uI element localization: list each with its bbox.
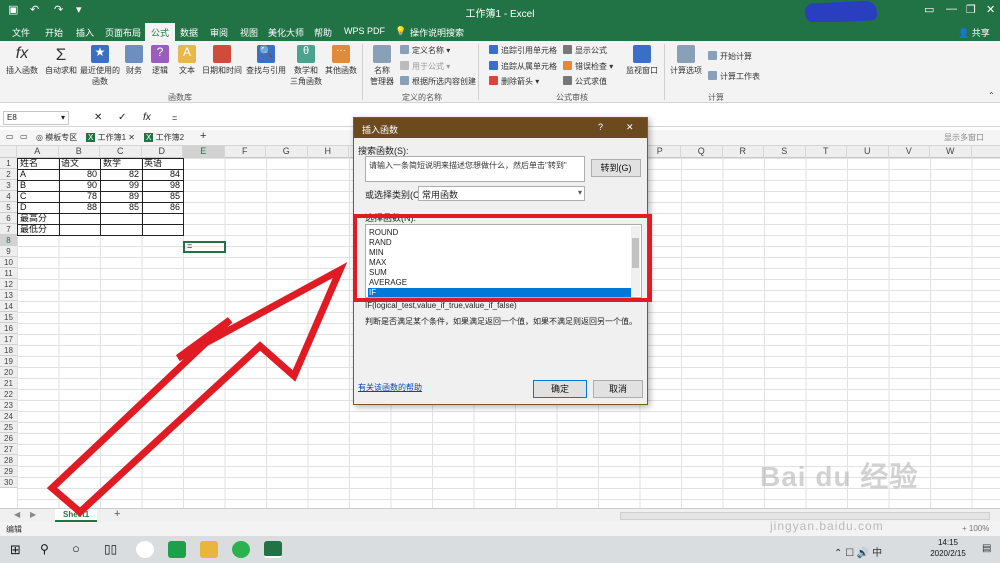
baidu-url: jingyan.baidu.com [770,519,884,533]
baidu-watermark: Bai du 经验 [760,461,919,492]
arrow-outline [46,262,348,517]
